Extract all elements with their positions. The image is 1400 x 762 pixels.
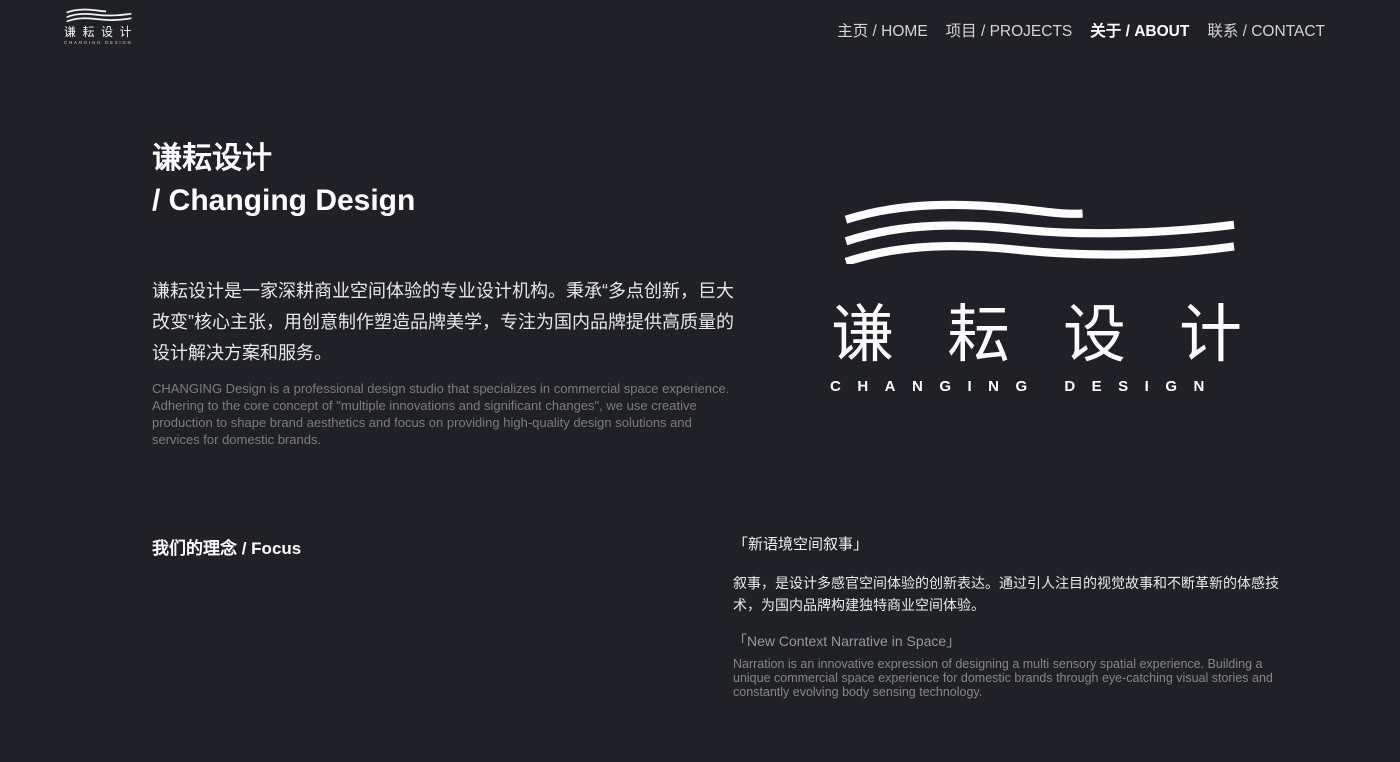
brand-logo-large: 谦耘设计 CHANGING DESIGN xyxy=(829,198,1243,395)
header-logo-name-zh: 谦耘设计 xyxy=(64,24,142,40)
page-title-zh: 谦耘设计 xyxy=(152,138,415,180)
logo-waves-icon xyxy=(66,8,132,22)
site-header: 谦耘设计 CHANGING DESIGN 主页 / HOME 项目 / PROJ… xyxy=(0,0,1400,64)
brand-logo-name-en: CHANGING DESIGN xyxy=(830,378,1243,395)
page: 谦耘设计 CHANGING DESIGN 主页 / HOME 项目 / PROJ… xyxy=(0,0,1400,762)
main-nav: 主页 / HOME 项目 / PROJECTS 关于 / ABOUT 联系 / … xyxy=(837,22,1325,42)
intro-paragraph-zh: 谦耘设计是一家深耕商业空间体验的专业设计机构。秉承“多点创新，巨大改变”核心主张… xyxy=(152,276,744,369)
nav-item-home[interactable]: 主页 / HOME xyxy=(837,22,927,42)
nav-item-about[interactable]: 关于 / ABOUT xyxy=(1090,22,1189,42)
intro-paragraph-en: CHANGING Design is a professional design… xyxy=(152,380,737,448)
header-logo-name-en: CHANGING DESIGN xyxy=(64,40,142,45)
focus-item: 「新语境空间叙事」 叙事，是设计多感官空间体验的创新表达。通过引人注目的视觉故事… xyxy=(733,534,1281,700)
focus-item-body-en: Narration is an innovative expression of… xyxy=(733,657,1281,700)
brand-logo-name-zh: 谦耘设计 xyxy=(831,302,1243,368)
focus-item-title-zh: 「新语境空间叙事」 xyxy=(733,534,1281,556)
focus-section-heading: 我们的理念 / Focus xyxy=(152,538,301,560)
focus-item-title-en: 「New Context Narrative in Space」 xyxy=(733,632,1281,650)
logo-waves-icon xyxy=(842,198,1238,264)
header-logo[interactable]: 谦耘设计 CHANGING DESIGN xyxy=(64,8,142,45)
page-title: 谦耘设计 / Changing Design xyxy=(152,138,415,222)
page-title-en: / Changing Design xyxy=(152,180,415,222)
nav-item-contact[interactable]: 联系 / CONTACT xyxy=(1207,22,1325,42)
focus-item-body-zh: 叙事，是设计多感官空间体验的创新表达。通过引人注目的视觉故事和不断革新的体感技术… xyxy=(733,572,1281,616)
nav-item-projects[interactable]: 项目 / PROJECTS xyxy=(946,22,1073,42)
